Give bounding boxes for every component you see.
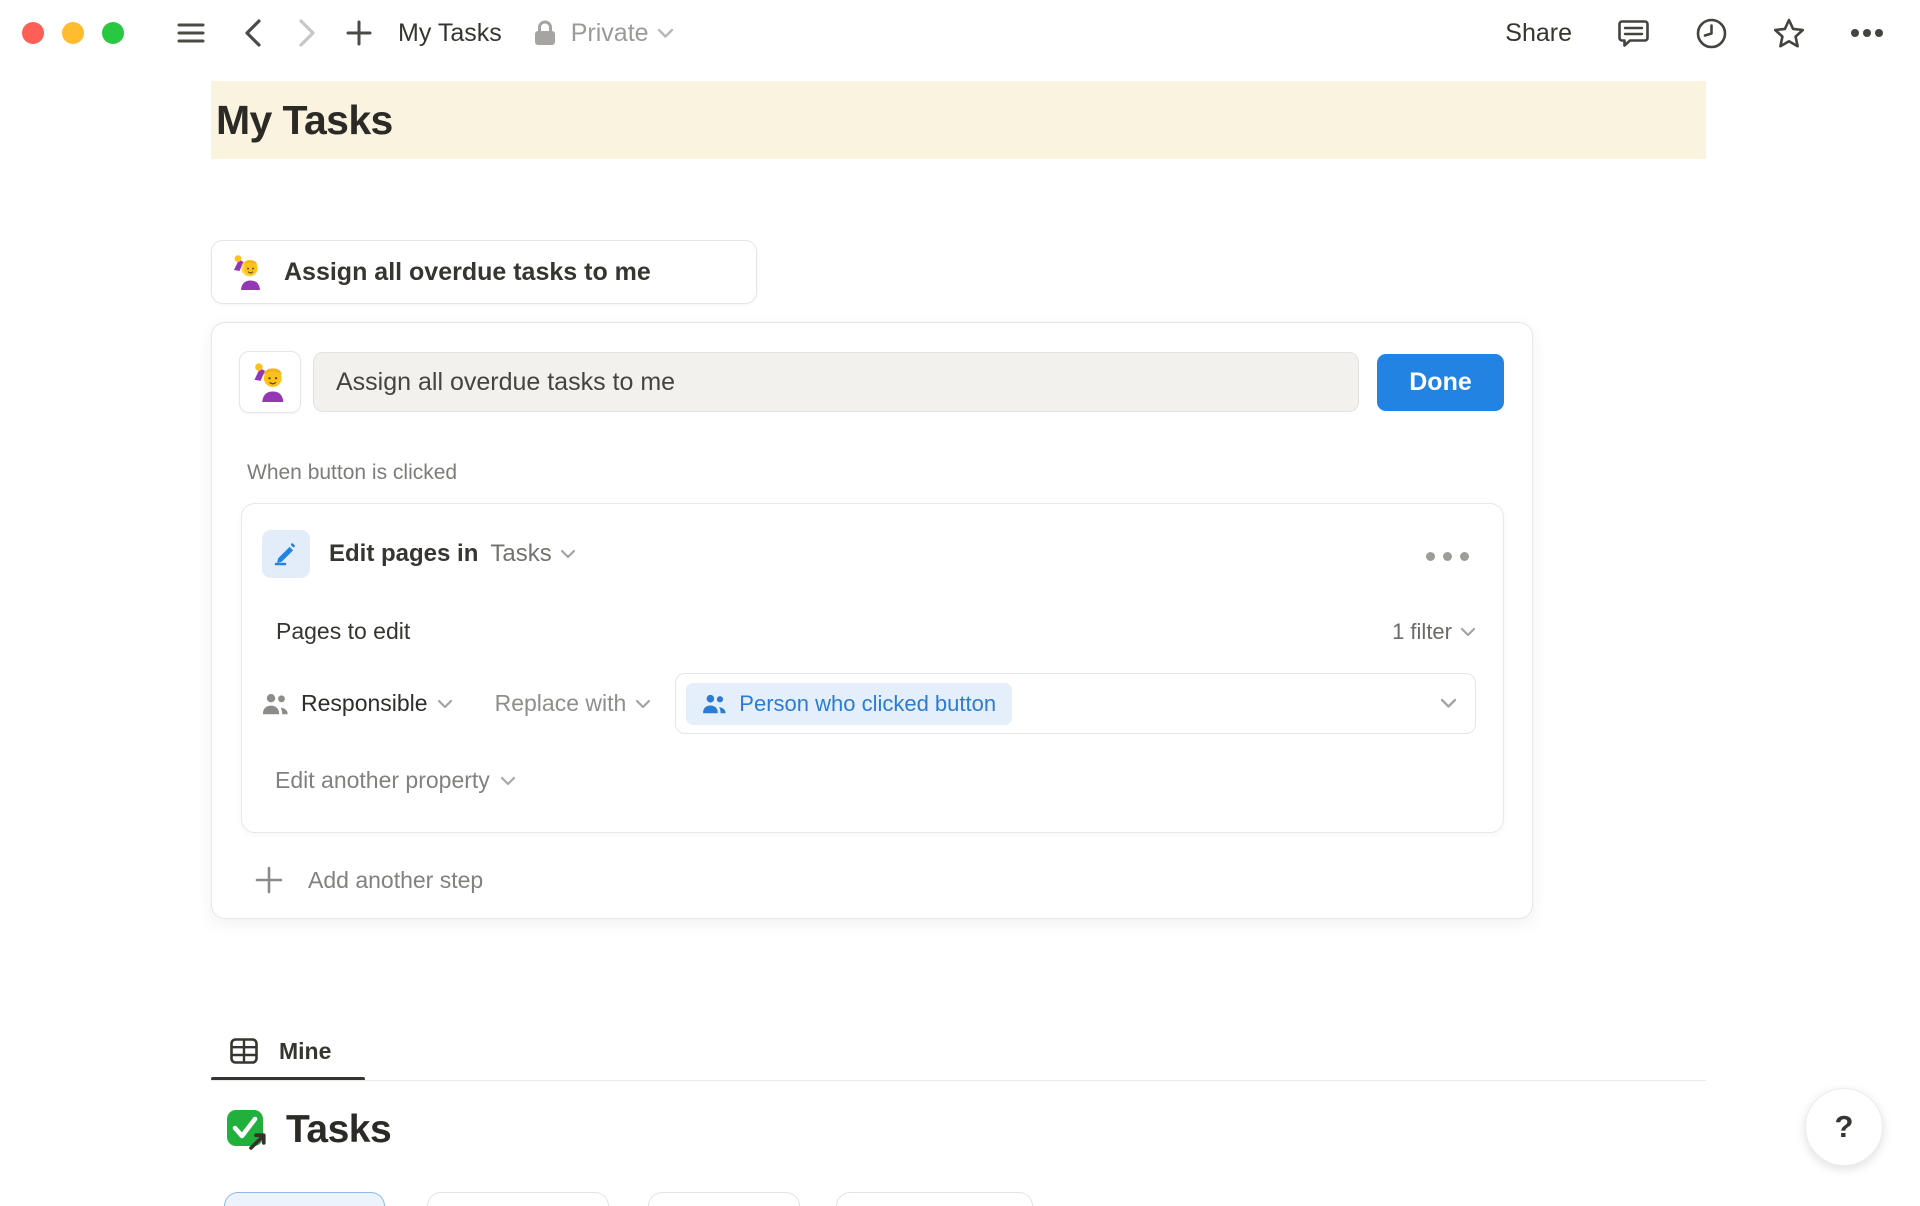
- bottom-chip-partial[interactable]: [648, 1192, 800, 1206]
- button-name-input[interactable]: [313, 352, 1359, 412]
- chevron-down-icon: [635, 699, 651, 709]
- person-value-chip[interactable]: Person who clicked button: [686, 683, 1012, 725]
- edit-another-property-label: Edit another property: [275, 767, 490, 794]
- action-menu-button[interactable]: [1420, 546, 1475, 567]
- table-icon: [230, 1038, 258, 1064]
- question-mark-label: ?: [1835, 1109, 1854, 1145]
- add-another-step-label: Add another step: [308, 867, 483, 894]
- view-tab-label: Mine: [279, 1038, 331, 1065]
- button-editor-panel: Done When button is clicked Edit pages i…: [211, 322, 1533, 919]
- favorite-button[interactable]: [1772, 16, 1806, 50]
- database-heading: Tasks: [225, 1108, 391, 1152]
- nav-back-button[interactable]: [236, 16, 270, 50]
- edit-action-icon-tile: [262, 530, 310, 578]
- sidebar-toggle-button[interactable]: [174, 16, 208, 50]
- value-selector[interactable]: Person who clicked button: [675, 673, 1476, 734]
- person-chip-label: Person who clicked button: [739, 691, 996, 717]
- pages-to-edit-label: Pages to edit: [276, 618, 410, 645]
- filter-count-label: 1 filter: [1392, 619, 1452, 645]
- filter-dropdown[interactable]: 1 filter: [1392, 619, 1476, 645]
- hamburger-icon: [177, 22, 205, 44]
- chevron-down-icon: [657, 28, 674, 39]
- comment-icon: [1617, 17, 1650, 50]
- property-name-dropdown[interactable]: Responsible: [301, 690, 428, 717]
- privacy-label[interactable]: Private: [571, 19, 649, 48]
- button-emoji-picker[interactable]: [239, 351, 301, 413]
- clock-icon: [1695, 17, 1728, 50]
- chevron-left-icon: [244, 19, 262, 47]
- ellipsis-icon: [1426, 552, 1435, 561]
- woman-raising-hand-emoji: [250, 362, 290, 402]
- tasks-check-icon: [225, 1108, 269, 1152]
- page-history-button[interactable]: [1694, 16, 1728, 50]
- page-title-highlight: My Tasks: [211, 81, 1706, 159]
- plus-icon: [254, 865, 284, 895]
- bottom-chip-partial[interactable]: [224, 1192, 385, 1206]
- people-icon: [702, 694, 727, 714]
- edit-pages-action-card: Edit pages in Tasks Pages to edit 1 filt…: [241, 503, 1504, 833]
- close-window-button[interactable]: [22, 22, 44, 44]
- page-title[interactable]: My Tasks: [211, 97, 393, 144]
- more-options-button[interactable]: [1850, 16, 1884, 50]
- chevron-down-icon: [437, 699, 453, 709]
- tab-divider: [211, 1080, 1706, 1081]
- notion-window: My Tasks Private Share: [0, 0, 1920, 1200]
- titlebar-actions: Share: [1505, 0, 1884, 66]
- pages-to-edit-row: Pages to edit 1 filter: [262, 618, 1476, 645]
- edit-another-property-button[interactable]: Edit another property: [275, 767, 516, 794]
- nav-forward-button[interactable]: [290, 16, 324, 50]
- chevron-down-icon: [1460, 627, 1476, 637]
- ellipsis-icon: [1850, 28, 1884, 38]
- minimize-window-button[interactable]: [62, 22, 84, 44]
- comments-button[interactable]: [1616, 16, 1650, 50]
- property-edit-row: Responsible Replace with Person who clic…: [262, 673, 1476, 734]
- new-page-button[interactable]: [342, 16, 376, 50]
- button-name-row: Done: [239, 351, 1504, 413]
- operation-dropdown[interactable]: Replace with: [495, 690, 627, 717]
- action-type-label[interactable]: Edit pages in: [329, 540, 478, 568]
- plus-icon: [346, 20, 372, 46]
- breadcrumb-page-title[interactable]: My Tasks: [398, 19, 502, 48]
- add-another-step-button[interactable]: Add another step: [254, 865, 483, 895]
- target-database-dropdown[interactable]: Tasks: [490, 540, 575, 568]
- bottom-chip-partial[interactable]: [836, 1192, 1033, 1206]
- lock-icon: [528, 16, 562, 50]
- chevron-down-icon: [1440, 698, 1457, 709]
- view-tab-mine[interactable]: Mine: [211, 1024, 349, 1078]
- pencil-icon: [272, 540, 300, 568]
- star-icon: [1772, 17, 1806, 50]
- bottom-chip-partial[interactable]: [427, 1192, 609, 1206]
- database-title[interactable]: Tasks: [286, 1108, 391, 1152]
- chevron-right-icon: [298, 19, 316, 47]
- target-database-value: Tasks: [490, 540, 551, 568]
- button-block-label: Assign all overdue tasks to me: [284, 258, 651, 287]
- woman-raising-hand-emoji: [230, 254, 266, 290]
- share-button[interactable]: Share: [1505, 19, 1572, 48]
- traffic-lights: [22, 22, 124, 44]
- automation-button-block[interactable]: Assign all overdue tasks to me: [211, 240, 757, 304]
- chevron-down-icon: [560, 549, 576, 559]
- action-card-header: Edit pages in Tasks: [262, 530, 1476, 578]
- help-button[interactable]: ?: [1805, 1088, 1883, 1166]
- titlebar: My Tasks Private Share: [0, 0, 1920, 66]
- chevron-down-icon: [500, 776, 516, 786]
- trigger-label: When button is clicked: [247, 461, 1504, 486]
- done-button[interactable]: Done: [1377, 354, 1504, 411]
- zoom-window-button[interactable]: [102, 22, 124, 44]
- people-icon: [262, 693, 289, 715]
